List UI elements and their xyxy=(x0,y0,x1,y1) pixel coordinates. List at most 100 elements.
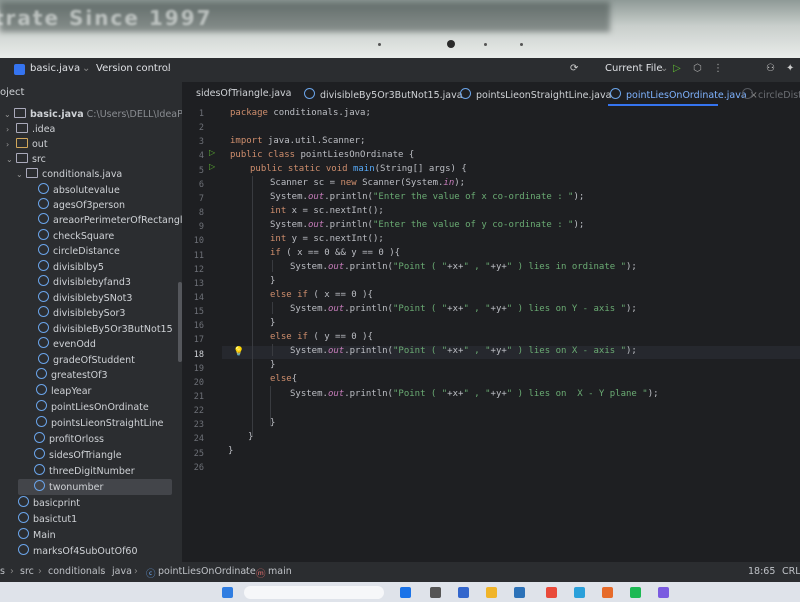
tree-root[interactable]: ⌄basic.java C:\Users\DELL\IdeaProjects\b… xyxy=(4,107,182,122)
class-icon xyxy=(36,416,47,427)
code-line-12: System.out.println("Point ( "+x+" , "+y+… xyxy=(290,262,637,272)
line-number: 20 xyxy=(193,377,204,388)
run-icon[interactable]: ▷ xyxy=(673,63,681,74)
app-icon[interactable] xyxy=(458,587,469,598)
app-icon[interactable] xyxy=(430,587,441,598)
taskbar-search-box[interactable] xyxy=(244,586,384,599)
app-icon[interactable] xyxy=(658,587,669,598)
tab-point-lies-on-ordinate[interactable]: pointLiesOnOrdinate.java × xyxy=(610,88,758,101)
debug-icon[interactable]: ⬡ xyxy=(693,63,702,74)
line-number: 16 xyxy=(193,321,204,332)
tree-file[interactable]: divisiblebyfand3 xyxy=(38,275,131,290)
windows-start-icon[interactable] xyxy=(222,587,233,598)
chevron-right-icon: › xyxy=(6,125,10,134)
class-icon xyxy=(38,260,49,271)
project-selector[interactable]: basic.java xyxy=(30,63,80,74)
class-icon xyxy=(34,480,45,491)
chevron-right-icon: › xyxy=(38,566,42,577)
indent-guide xyxy=(272,344,273,356)
tab-divisible-by5or3[interactable]: divisibleBy5Or3ButNot15.java xyxy=(304,88,463,101)
tree-file[interactable]: threeDigitNumber xyxy=(34,464,135,479)
code-line-7: System.out.println("Enter the value of x… xyxy=(270,192,585,202)
app-icon[interactable] xyxy=(546,587,557,598)
tree-file[interactable]: agesOf3person xyxy=(38,198,125,213)
run-config-selector[interactable]: Current File xyxy=(605,63,662,74)
breadcrumb-item[interactable]: pointLiesOnOrdinate xyxy=(158,566,256,577)
lightbulb-icon[interactable]: 💡 xyxy=(233,347,244,357)
line-separator[interactable]: CRLF xyxy=(782,566,800,577)
folder-icon xyxy=(14,108,26,118)
code-line-13: } xyxy=(270,276,276,286)
tree-folder[interactable]: ⌄ src xyxy=(6,152,46,167)
line-number: 25 xyxy=(193,448,204,459)
project-icon[interactable] xyxy=(14,64,25,75)
tree-file[interactable]: marksOf4SubOutOf60 xyxy=(18,544,138,559)
tree-file[interactable]: greatestOf3 xyxy=(36,368,108,383)
folder-icon[interactable] xyxy=(486,587,497,598)
line-number: 17 xyxy=(193,335,204,346)
class-icon xyxy=(460,88,471,99)
tree-file[interactable]: divisiblby5 xyxy=(38,260,104,275)
bezel-sensor xyxy=(378,43,381,46)
run-class-icon[interactable]: ▷ xyxy=(209,148,215,157)
tree-file[interactable]: Main xyxy=(18,528,56,543)
more-icon[interactable]: ⋮ xyxy=(713,63,723,74)
tree-file-selected[interactable]: twonumber xyxy=(34,480,103,495)
tab-sides-of-triangle[interactable]: sidesOfTriangle.java xyxy=(196,88,291,99)
tree-file[interactable]: areaorPerimeterOfRectangle xyxy=(38,213,182,228)
caret-position[interactable]: 18:65 xyxy=(748,566,775,577)
breadcrumb-item[interactable]: java xyxy=(112,566,132,577)
folder-icon xyxy=(16,123,28,133)
indent-guide xyxy=(252,176,253,436)
chevron-down-icon: ⌄ xyxy=(4,110,11,119)
chevron-right-icon: › xyxy=(100,566,104,577)
line-number: 22 xyxy=(193,406,204,417)
breadcrumb-item[interactable]: main xyxy=(268,566,292,577)
settings-icon[interactable]: ✦ xyxy=(786,63,794,74)
run-main-icon[interactable]: ▷ xyxy=(209,162,215,171)
tree-file[interactable]: evenOdd xyxy=(38,337,96,352)
breadcrumb-item[interactable]: s xyxy=(0,566,5,577)
tree-file[interactable]: basictut1 xyxy=(18,512,77,527)
class-icon xyxy=(18,544,29,555)
tree-file[interactable]: profitOrloss xyxy=(34,432,104,447)
breadcrumb-item[interactable]: conditionals xyxy=(48,566,105,577)
status-bar: s › src › conditionals › java › ⓒ pointL… xyxy=(0,562,800,582)
app-icon[interactable] xyxy=(514,587,525,598)
tab-points-lie-on-straight-line[interactable]: pointsLieonStraightLine.java xyxy=(460,88,611,101)
code-line-15: System.out.println("Point ( "+x+" , "+y+… xyxy=(290,304,637,314)
chevron-down-icon: ⌄ xyxy=(16,170,23,179)
tree-file[interactable]: pointLiesOnOrdinate xyxy=(36,400,149,415)
code-line-14: else if ( x == 0 ){ xyxy=(270,290,373,300)
class-icon xyxy=(18,512,29,523)
browser-icon[interactable] xyxy=(602,587,613,598)
tree-file[interactable]: sidesOfTriangle xyxy=(34,448,122,463)
tree-file[interactable]: checkSquare xyxy=(38,229,114,244)
tree-file[interactable]: basicprint xyxy=(18,496,80,511)
tree-package[interactable]: ⌄ conditionals.java xyxy=(16,167,122,182)
tree-file[interactable]: leapYear xyxy=(36,384,91,399)
user-icon[interactable]: ⚇ xyxy=(766,63,775,74)
project-panel-title[interactable]: oject xyxy=(0,87,24,98)
tree-file[interactable]: divisiblebySNot3 xyxy=(38,291,132,306)
version-control-menu[interactable]: Version control xyxy=(96,63,171,74)
tab-circle-distance[interactable]: circleDista xyxy=(742,88,800,101)
spotify-icon[interactable] xyxy=(630,587,641,598)
tree-file[interactable]: absolutevalue xyxy=(38,183,120,198)
tree-file[interactable]: circleDistance xyxy=(38,244,120,259)
class-icon xyxy=(38,229,49,240)
tree-file[interactable]: divisibleBy5Or3ButNot15 xyxy=(38,322,173,337)
monitor-bezel: trate Since 1997 xyxy=(0,0,800,58)
tree-folder[interactable]: › out xyxy=(6,137,48,152)
tree-file[interactable]: divisiblebySor3 xyxy=(38,306,125,321)
tree-file[interactable]: gradeOfStuddent xyxy=(38,353,135,368)
code-line-11: if ( x == 0 && y == 0 ){ xyxy=(270,248,401,258)
sync-icon[interactable]: ⟳ xyxy=(570,63,578,74)
tree-folder[interactable]: › .idea xyxy=(6,122,55,137)
tree-file[interactable]: pointsLieonStraightLine xyxy=(36,416,163,431)
breadcrumb-item[interactable]: src xyxy=(20,566,34,577)
app-icon[interactable] xyxy=(400,587,411,598)
telegram-icon[interactable] xyxy=(574,587,585,598)
line-number: 13 xyxy=(193,278,204,289)
line-number: 2 xyxy=(198,123,204,134)
